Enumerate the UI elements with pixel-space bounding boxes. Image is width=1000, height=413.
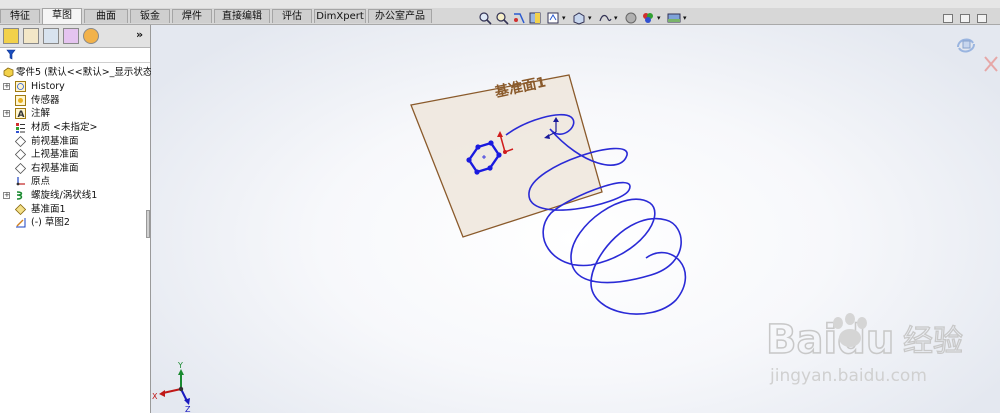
tree-item-label: History: [31, 81, 65, 92]
plane-icon: [15, 136, 26, 147]
plane-icon: [15, 163, 26, 174]
tab-sheet-metal[interactable]: 钣金: [130, 9, 170, 23]
svg-text:经验: 经验: [903, 324, 963, 359]
edit-appearance-icon[interactable]: [641, 11, 655, 25]
panel-collapse-button[interactable]: »: [136, 28, 143, 41]
panel-splitter-handle[interactable]: [146, 210, 150, 238]
tab-weldments[interactable]: 焊件: [172, 9, 212, 23]
tree-root-part[interactable]: 零件5 (默认<<默认>_显示状态: [0, 66, 153, 79]
dynamic-annotation-icon[interactable]: [546, 11, 560, 25]
tree-item-material[interactable]: 材质 <未指定>: [0, 121, 150, 134]
watermark: Baidu 经验 jingyan.baidu.com: [762, 305, 992, 386]
svg-text:A: A: [18, 110, 25, 119]
tree-item-right-plane[interactable]: 右视基准面: [0, 162, 150, 175]
svg-text:jingyan.baidu.com: jingyan.baidu.com: [769, 366, 927, 385]
triad-label-y: Y: [177, 361, 183, 370]
tree-item-label: 传感器: [31, 95, 60, 106]
maximize-doc-button[interactable]: [977, 14, 987, 23]
sketch-icon: [16, 218, 26, 228]
chevron-down-icon[interactable]: ▾: [562, 14, 566, 22]
tree-item-label: 材质 <未指定>: [31, 122, 98, 133]
tab-surfaces[interactable]: 曲面: [84, 9, 128, 23]
tree-item-label: 前视基准面: [31, 136, 79, 147]
chevron-down-icon[interactable]: ▾: [614, 14, 618, 22]
hide-show-items-icon[interactable]: [624, 11, 638, 25]
tab-sketch[interactable]: 草图: [42, 8, 82, 24]
property-manager-icon[interactable]: [23, 28, 39, 44]
part-icon: [3, 67, 14, 78]
restore-doc-button[interactable]: [960, 14, 970, 23]
tree-item-origin[interactable]: 原点: [0, 175, 150, 188]
tree-item-annotations[interactable]: + A 注解: [0, 107, 150, 120]
reference-plane[interactable]: [410, 74, 603, 238]
tab-evaluate[interactable]: 评估: [272, 9, 312, 23]
tree-item-sketch2[interactable]: (-) 草图2: [0, 216, 150, 229]
part-name: 零件5 (默认<<默认>_显示状态: [16, 67, 153, 78]
annotation-icon: A: [15, 108, 26, 119]
expand-toggle[interactable]: +: [3, 83, 10, 90]
plane-icon: [15, 204, 26, 215]
tree-item-label: 右视基准面: [31, 163, 79, 174]
close-icon[interactable]: [983, 55, 999, 73]
tree-item-label: 螺旋线/涡状线1: [31, 190, 98, 201]
triad-label-x: X: [152, 392, 158, 401]
tab-features[interactable]: 特征: [0, 9, 40, 23]
svg-text:Baidu: Baidu: [766, 317, 894, 363]
tree-item-label: 注解: [31, 108, 51, 119]
feature-tree-icon[interactable]: [3, 28, 19, 44]
tree-item-history[interactable]: + History: [0, 80, 150, 93]
previous-view-icon[interactable]: [512, 11, 526, 25]
view-orientation-icon[interactable]: [572, 11, 586, 25]
feature-manager-panel: » 零件5 (默认<<默认>_显示状态 + History 传感器 + A 注解…: [0, 25, 153, 413]
watermark-logo: Baidu 经验 jingyan.baidu.com: [765, 313, 964, 386]
tree-item-label: 上视基准面: [31, 149, 79, 160]
coordinate-triad[interactable]: Y X Z: [152, 361, 191, 413]
tree-item-sensors[interactable]: 传感器: [0, 94, 150, 107]
filter-row[interactable]: [0, 48, 150, 63]
sensor-icon: [15, 95, 26, 106]
chevron-down-icon[interactable]: ▾: [588, 14, 592, 22]
rotate-view-icon[interactable]: [954, 33, 978, 57]
tree-item-helix[interactable]: + 螺旋线/涡状线1: [0, 189, 150, 202]
material-icon: [16, 123, 25, 133]
chevron-down-icon[interactable]: ▾: [657, 14, 661, 22]
tree-item-label: 基准面1: [31, 204, 66, 215]
triad-label-z: Z: [185, 405, 191, 413]
panel-toolbar: »: [0, 25, 150, 48]
expand-toggle[interactable]: +: [3, 110, 10, 117]
tree-item-label: 原点: [31, 176, 51, 187]
display-style-icon[interactable]: [598, 11, 612, 25]
tab-direct-editing[interactable]: 直接编辑: [214, 9, 270, 23]
zoom-to-area-icon[interactable]: [495, 11, 509, 25]
dimxpert-manager-icon[interactable]: [63, 28, 79, 44]
chevron-down-icon[interactable]: ▾: [683, 14, 687, 22]
history-icon: [15, 81, 26, 92]
tree-item-label: (-) 草图2: [31, 217, 70, 228]
helix-icon: [16, 191, 23, 200]
tab-office-products[interactable]: 办公室产品: [368, 9, 432, 23]
configuration-manager-icon[interactable]: [43, 28, 59, 44]
plane-icon: [15, 149, 26, 160]
origin-icon: [16, 177, 25, 186]
tab-dimxpert[interactable]: DimXpert: [314, 9, 366, 23]
filter-icon[interactable]: [6, 49, 16, 60]
section-view-icon[interactable]: [529, 11, 543, 25]
minimize-doc-button[interactable]: [943, 14, 953, 23]
apply-scene-icon[interactable]: [667, 11, 681, 25]
expand-toggle[interactable]: +: [3, 192, 10, 199]
zoom-to-fit-icon[interactable]: [478, 11, 492, 25]
tree-item-top-plane[interactable]: 上视基准面: [0, 148, 150, 161]
display-manager-icon[interactable]: [83, 28, 99, 44]
tree-item-front-plane[interactable]: 前视基准面: [0, 135, 150, 148]
tree-item-plane1[interactable]: 基准面1: [0, 203, 150, 216]
